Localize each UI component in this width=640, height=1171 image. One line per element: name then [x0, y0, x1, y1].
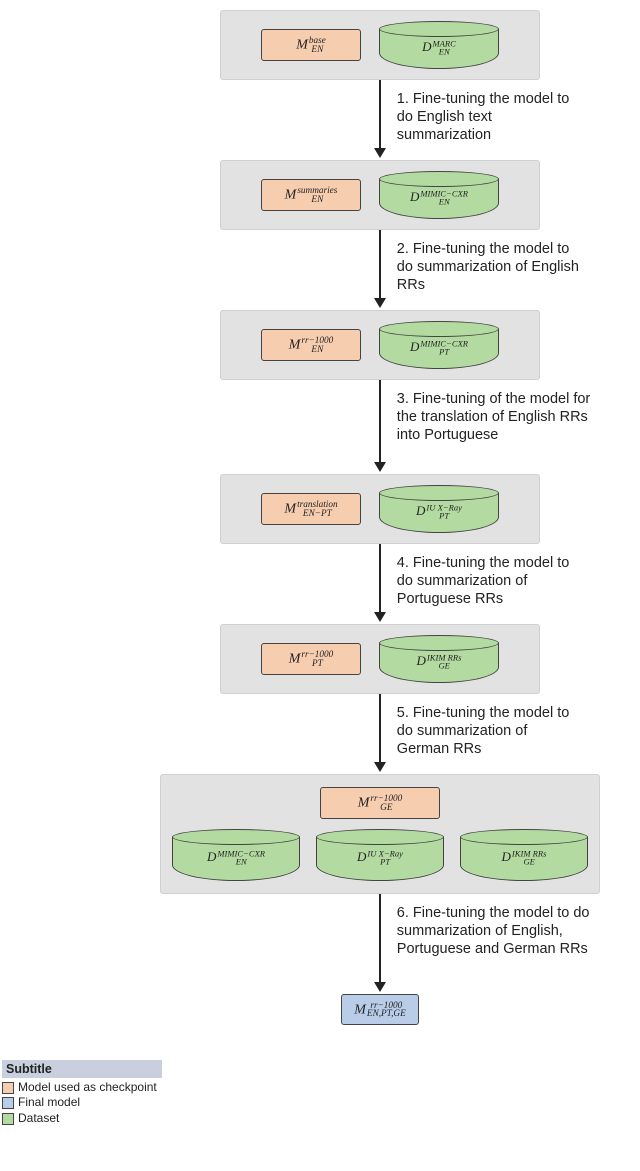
model-chip: MbaseEN — [261, 29, 361, 61]
swatch-icon — [2, 1113, 14, 1125]
legend-title: Subtitle — [2, 1060, 162, 1078]
legend: Subtitle Model used as checkpoint Final … — [2, 1060, 162, 1127]
step-label-2: 2. Fine-tuning the model to do summariza… — [397, 240, 582, 294]
legend-item-dataset: Dataset — [2, 1111, 162, 1127]
stage-1: MbaseEN DMARCEN — [220, 10, 540, 80]
arrow-1: 1. Fine-tuning the model to do English t… — [170, 80, 590, 160]
arrow-2: 2. Fine-tuning the model to do summariza… — [170, 230, 590, 310]
arrow-5: 5. Fine-tuning the model to do summariza… — [170, 694, 590, 774]
step-label-5: 5. Fine-tuning the model to do summariza… — [397, 704, 582, 758]
arrow-4: 4. Fine-tuning the model to do summariza… — [170, 544, 590, 624]
swatch-icon — [2, 1097, 14, 1109]
dataset-cylinder: DMIMIC−CXREN — [172, 829, 300, 881]
model-chip: MtranslationEN−PT — [261, 493, 361, 525]
dataset-cylinder: DIU X−RayPT — [379, 485, 499, 533]
final-model-chip: Mrr−1000EN,PT,GE — [341, 994, 419, 1026]
dataset-cylinder: DMARCEN — [379, 21, 499, 69]
dataset-cylinder: DIKIM RRsGE — [460, 829, 588, 881]
dataset-cylinder: DIU X−RayPT — [316, 829, 444, 881]
stage-2: MsummariesEN DMIMIC−CXREN — [220, 160, 540, 230]
step-label-1: 1. Fine-tuning the model to do English t… — [397, 90, 582, 144]
step-label-3: 3. Fine-tuning of the model for the tran… — [397, 390, 597, 444]
dataset-cylinder: DIKIM RRsGE — [379, 635, 499, 683]
model-chip: Mrr−1000EN — [261, 329, 361, 361]
stage-4: MtranslationEN−PT DIU X−RayPT — [220, 474, 540, 544]
legend-item-model: Model used as checkpoint — [2, 1080, 162, 1096]
legend-item-final: Final model — [2, 1095, 162, 1111]
step-label-4: 4. Fine-tuning the model to do summariza… — [397, 554, 582, 608]
model-chip: Mrr−1000PT — [261, 643, 361, 675]
stage-5: Mrr−1000PT DIKIM RRsGE — [220, 624, 540, 694]
flow-diagram: MbaseEN DMARCEN 1. Fine-tuning the model… — [130, 10, 630, 1025]
arrow-3: 3. Fine-tuning of the model for the tran… — [170, 380, 590, 474]
stage-6: Mrr−1000GE DMIMIC−CXREN DIU X−RayPT DIKI… — [160, 774, 600, 894]
dataset-cylinder: DMIMIC−CXREN — [379, 171, 499, 219]
arrow-6: 6. Fine-tuning the model to do summariza… — [170, 894, 590, 994]
step-label-6: 6. Fine-tuning the model to do summariza… — [397, 904, 597, 958]
swatch-icon — [2, 1082, 14, 1094]
model-chip: MsummariesEN — [261, 179, 361, 211]
stage-3: Mrr−1000EN DMIMIC−CXRPT — [220, 310, 540, 380]
model-chip: Mrr−1000GE — [320, 787, 440, 819]
dataset-cylinder: DMIMIC−CXRPT — [379, 321, 499, 369]
